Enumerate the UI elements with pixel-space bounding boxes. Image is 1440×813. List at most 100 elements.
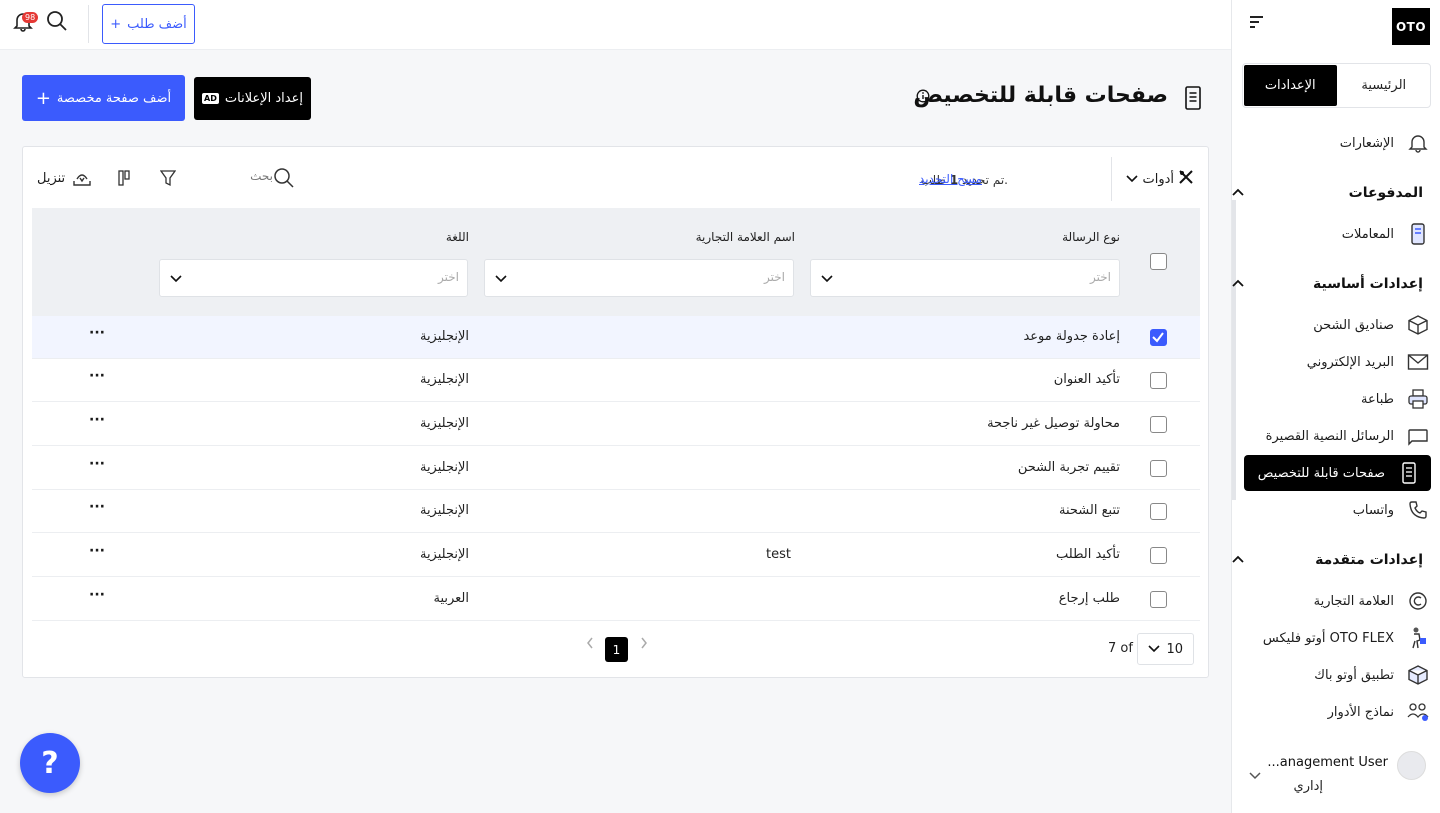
- sidebar-item-notifications[interactable]: الإشعارات: [1231, 125, 1440, 161]
- tab-settings[interactable]: الإعدادات: [1244, 65, 1337, 106]
- brand-filter-select[interactable]: اختر: [484, 259, 794, 297]
- more-icon[interactable]: ···: [89, 587, 105, 603]
- search-icon: [274, 168, 294, 188]
- sidebar-item-transactions[interactable]: المعاملات: [1231, 216, 1440, 252]
- more-icon[interactable]: ···: [89, 499, 105, 515]
- cell-type: تتبع الشحنة: [1059, 503, 1120, 518]
- columns-icon[interactable]: [117, 169, 131, 191]
- cell-type: تقييم تجربة الشحن: [1017, 460, 1120, 475]
- table-header: نوع الرسالة اسم العلامة التجارية اللغة ا…: [32, 208, 1200, 316]
- page-icon: [1397, 461, 1421, 485]
- table-row[interactable]: إعادة جدولة موعد الإنجليزية ···: [32, 316, 1200, 359]
- tools-dropdown[interactable]: أدوات: [1111, 157, 1200, 201]
- cell-language: الإنجليزية: [419, 416, 469, 431]
- tab-home[interactable]: الرئيسية: [1338, 64, 1431, 107]
- package-icon: [1406, 663, 1430, 687]
- section-basic-settings[interactable]: إعدادات أساسية: [1231, 269, 1440, 299]
- table-row[interactable]: محاولة توصيل غير ناجحة الإنجليزية ···: [32, 403, 1200, 446]
- page-number[interactable]: 1: [605, 637, 628, 662]
- divider: [88, 5, 89, 43]
- search-input[interactable]: [235, 169, 273, 183]
- user-menu[interactable]: ...anagement User إداري: [1231, 747, 1440, 797]
- per-page-select[interactable]: 10: [1137, 633, 1194, 665]
- cell-language: الإنجليزية: [419, 547, 469, 562]
- plus-icon: +: [35, 87, 51, 109]
- cell-type: تأكيد الطلب: [1056, 547, 1120, 562]
- type-filter-select[interactable]: اختر: [810, 259, 1120, 297]
- cell-language: الإنجليزية: [419, 372, 469, 387]
- column-header-brand[interactable]: اسم العلامة التجارية: [696, 230, 795, 244]
- row-checkbox[interactable]: [1150, 547, 1167, 564]
- row-checkbox[interactable]: [1150, 503, 1167, 520]
- chevron-down-icon: [170, 272, 182, 287]
- sidebar-item-roles[interactable]: نماذج الأدوار: [1231, 694, 1440, 730]
- info-icon[interactable]: [916, 89, 930, 107]
- sidebar-item-brand[interactable]: العلامة التجارية: [1231, 583, 1440, 619]
- add-custom-page-button[interactable]: + أضف صفحة مخصصة: [22, 75, 185, 121]
- sidebar-item-whatsapp[interactable]: واتساب: [1231, 492, 1440, 528]
- chevron-right-icon[interactable]: [585, 636, 595, 654]
- more-icon[interactable]: ···: [89, 543, 105, 559]
- help-button[interactable]: ?: [20, 733, 80, 793]
- sidebar: OTO الرئيسية الإعدادات الإشعارات المدفوع…: [1231, 0, 1440, 813]
- table-row[interactable]: تأكيد الطلب test الإنجليزية ···: [32, 534, 1200, 577]
- envelope-icon: [1406, 350, 1430, 374]
- sidebar-item-boxes[interactable]: صناديق الشحن: [1231, 307, 1440, 343]
- select-all-checkbox[interactable]: [1150, 253, 1167, 270]
- table-row[interactable]: تتبع الشحنة الإنجليزية ···: [32, 490, 1200, 533]
- cell-language: الإنجليزية: [419, 503, 469, 518]
- row-checkbox[interactable]: [1150, 329, 1167, 346]
- column-header-type[interactable]: نوع الرسالة: [1062, 230, 1120, 244]
- cell-type: طلب إرجاع: [1058, 591, 1120, 606]
- notification-badge: 98: [22, 12, 39, 23]
- search-field[interactable]: [235, 167, 295, 191]
- row-checkbox[interactable]: [1150, 416, 1167, 433]
- sidebar-tabs: الرئيسية الإعدادات: [1242, 63, 1431, 108]
- add-order-button[interactable]: + أضف طلب: [102, 4, 195, 44]
- more-icon[interactable]: ···: [89, 412, 105, 428]
- chevron-left-icon[interactable]: [639, 636, 649, 654]
- sidebar-item-app[interactable]: تطبيق أوتو باك: [1231, 657, 1440, 693]
- courier-icon: [1406, 626, 1430, 650]
- more-icon[interactable]: ···: [89, 325, 105, 341]
- section-payments[interactable]: المدفوعات: [1231, 178, 1440, 208]
- menu-toggle-icon[interactable]: [1250, 16, 1264, 30]
- download-button[interactable]: تنزيل: [37, 169, 93, 187]
- oto-logo: OTO: [1392, 8, 1430, 45]
- avatar: [1397, 751, 1426, 780]
- box-icon: [1406, 313, 1430, 337]
- clear-selection-link[interactable]: مسح التحديد: [919, 172, 982, 186]
- cell-type: إعادة جدولة موعد: [1023, 329, 1120, 344]
- sidebar-item-oto-flex[interactable]: أوتو فليكس OTO FLEX: [1231, 620, 1440, 656]
- table-row[interactable]: تقييم تجربة الشحن الإنجليزية ···: [32, 447, 1200, 490]
- sidebar-item-email[interactable]: البريد الإلكتروني: [1231, 344, 1440, 380]
- tools-icon: [1178, 169, 1194, 189]
- column-header-language[interactable]: اللغة: [446, 230, 469, 244]
- chevron-down-icon: [821, 272, 833, 287]
- ads-settings-button[interactable]: AD إعداد الإعلانات: [194, 77, 311, 120]
- table-row[interactable]: طلب إرجاع العربية ···: [32, 578, 1200, 621]
- total-count: 7 of: [1108, 641, 1133, 656]
- table-row[interactable]: تأكيد العنوان الإنجليزية ···: [32, 359, 1200, 402]
- chevron-down-icon: [1126, 172, 1139, 187]
- message-icon: [1406, 424, 1430, 448]
- chevron-down-icon: [495, 272, 507, 287]
- phone-icon: [1406, 498, 1430, 522]
- search-icon[interactable]: [46, 10, 68, 36]
- more-icon[interactable]: ···: [89, 456, 105, 472]
- more-icon[interactable]: ···: [89, 368, 105, 384]
- row-checkbox[interactable]: [1150, 591, 1167, 608]
- users-icon: [1406, 700, 1430, 724]
- cell-brand: test: [766, 547, 791, 562]
- row-checkbox[interactable]: [1150, 372, 1167, 389]
- page-icon: [1184, 86, 1202, 114]
- row-checkbox[interactable]: [1150, 460, 1167, 477]
- filter-icon[interactable]: [159, 169, 177, 191]
- chevron-up-icon: [1231, 553, 1247, 568]
- sidebar-item-print[interactable]: طباعة: [1231, 381, 1440, 417]
- section-advanced-settings[interactable]: إعدادات متقدمة: [1231, 545, 1440, 575]
- sidebar-item-sms[interactable]: الرسائل النصية القصيرة: [1231, 418, 1440, 454]
- top-bar: + أضف طلب 98: [0, 0, 1231, 50]
- language-filter-select[interactable]: اختر: [159, 259, 468, 297]
- sidebar-item-custom-pages[interactable]: صفحات قابلة للتخصيص: [1244, 455, 1431, 491]
